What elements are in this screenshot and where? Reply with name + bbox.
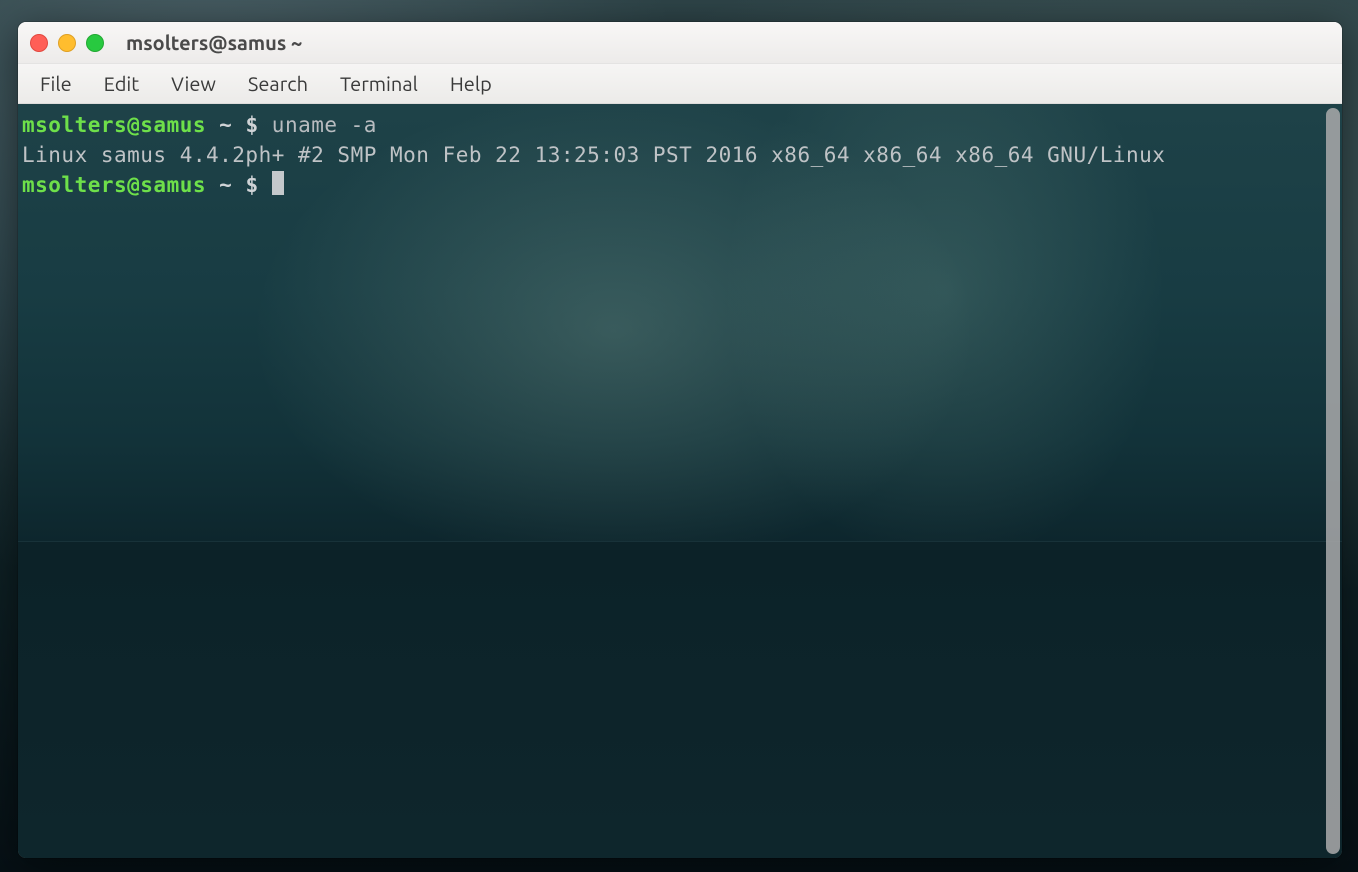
prompt-userhost-2: msolters@samus [22,173,206,197]
cursor [272,171,284,195]
menu-terminal[interactable]: Terminal [326,68,432,99]
menu-edit[interactable]: Edit [90,68,153,99]
close-button[interactable] [30,34,48,52]
terminal-content[interactable]: msolters@samus ~ $ uname -a Linux samus … [18,104,1342,206]
menu-view[interactable]: View [157,68,230,99]
titlebar[interactable]: msolters@samus ~ [18,22,1342,64]
command-text: uname -a [272,113,377,137]
menubar: File Edit View Search Terminal Help [18,64,1342,104]
terminal-body[interactable]: msolters@samus ~ $ uname -a Linux samus … [18,104,1342,858]
command-output: Linux samus 4.4.2ph+ #2 SMP Mon Feb 22 1… [22,143,1165,167]
minimize-button[interactable] [58,34,76,52]
window-title: msolters@samus ~ [126,31,302,54]
menu-search[interactable]: Search [234,68,322,99]
prompt-userhost: msolters@samus [22,113,206,137]
prompt-symbol: $ [245,113,258,137]
window-controls [30,34,104,52]
menu-file[interactable]: File [26,68,86,99]
prompt-path: ~ [219,113,232,137]
prompt-symbol-2: $ [245,173,258,197]
terminal-window: msolters@samus ~ File Edit View Search T… [18,22,1342,858]
maximize-button[interactable] [86,34,104,52]
terminal-background-lower [18,541,1342,858]
scrollbar[interactable] [1326,108,1340,854]
menu-help[interactable]: Help [436,68,506,99]
prompt-path-2: ~ [219,173,232,197]
